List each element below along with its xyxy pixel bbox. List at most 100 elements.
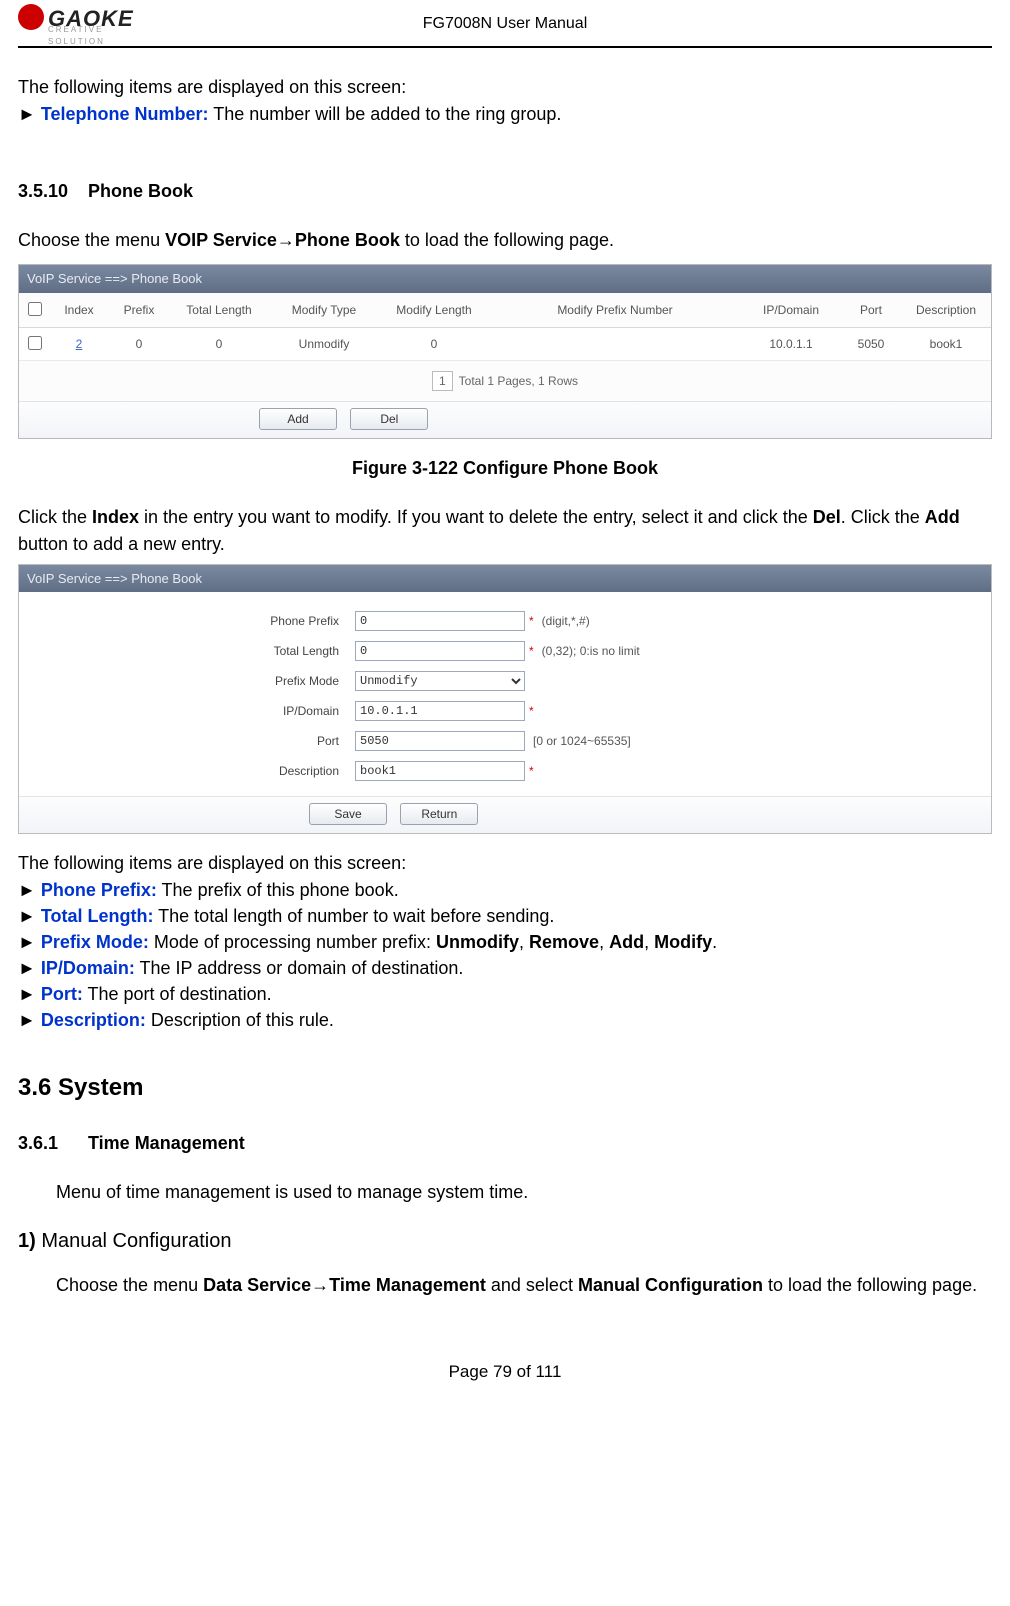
label: Port: xyxy=(41,984,83,1004)
del-button[interactable]: Del xyxy=(350,408,428,430)
arrow-icon: ► xyxy=(18,1010,36,1030)
intro-text: The following items are displayed on thi… xyxy=(18,74,992,101)
phonebook-table: Index Prefix Total Length Modify Type Mo… xyxy=(19,293,991,361)
desc: The total length of number to wait befor… xyxy=(153,906,554,926)
col-checkbox xyxy=(19,293,49,328)
text: Click the xyxy=(18,507,92,527)
cell-total-length: 0 xyxy=(169,327,269,360)
col-description: Description xyxy=(901,293,991,328)
form-button-row: Save Return xyxy=(19,796,991,833)
row-description: Description * xyxy=(19,756,991,786)
label: IP/Domain: xyxy=(41,958,135,978)
row-checkbox[interactable] xyxy=(28,336,42,350)
page-number[interactable]: 1 xyxy=(432,371,453,391)
required-icon: * xyxy=(529,702,534,720)
item-telephone-number: ► Telephone Number: The number will be a… xyxy=(18,101,992,128)
bold-index: Index xyxy=(92,507,139,527)
input-description[interactable] xyxy=(355,761,525,781)
input-phone-prefix[interactable] xyxy=(355,611,525,631)
text: Choose the menu xyxy=(56,1275,203,1295)
panel-title: VoIP Service ==> Phone Book xyxy=(19,265,991,293)
col-modify-prefix-number: Modify Prefix Number xyxy=(489,293,741,328)
desc: The IP address or domain of destination. xyxy=(135,958,464,978)
desc: Mode of processing number prefix: xyxy=(149,932,436,952)
cell-modify-length: 0 xyxy=(379,327,489,360)
label: Prefix Mode: xyxy=(41,932,149,952)
bold-add: Add xyxy=(925,507,960,527)
opt-modify: Modify xyxy=(654,932,712,952)
row-ip-domain: IP/Domain * xyxy=(19,696,991,726)
label: Total Length: xyxy=(41,906,154,926)
menu-voip-service: VOIP Service xyxy=(165,230,277,250)
text: and select xyxy=(486,1275,578,1295)
table-row: 2 0 0 Unmodify 0 10.0.1.1 5050 book1 xyxy=(19,327,991,360)
opt-add: Add xyxy=(609,932,644,952)
table-button-row: Add Del xyxy=(19,401,991,438)
table-header-row: Index Prefix Total Length Modify Type Mo… xyxy=(19,293,991,328)
section-title: Time Management xyxy=(88,1133,245,1153)
index-link[interactable]: 2 xyxy=(76,337,83,351)
input-port[interactable] xyxy=(355,731,525,751)
label: Phone Prefix: xyxy=(41,880,157,900)
item-ip-domain: ► IP/Domain: The IP address or domain of… xyxy=(18,955,992,981)
label-port: Port xyxy=(19,732,355,750)
sub-title: Manual Configuration xyxy=(41,1230,231,1252)
pager: 1Total 1 Pages, 1 Rows xyxy=(19,361,991,401)
phonebook-table-panel: VoIP Service ==> Phone Book Index Prefix… xyxy=(18,264,992,439)
arrow-icon: → xyxy=(277,230,295,250)
add-button[interactable]: Add xyxy=(259,408,337,430)
select-prefix-mode[interactable]: Unmodify xyxy=(355,671,525,691)
menu-time-management: Time Management xyxy=(329,1275,486,1295)
select-all-checkbox[interactable] xyxy=(28,302,42,316)
section-number: 3.5.10 xyxy=(18,178,88,205)
page-footer: Page 79 of 111 xyxy=(18,1359,992,1385)
arrow-icon: ► xyxy=(18,984,36,1004)
hint-port: [0 or 1024~65535] xyxy=(533,732,631,750)
sub-1-instruction: Choose the menu Data Service→Time Manage… xyxy=(18,1272,992,1299)
opt-remove: Remove xyxy=(529,932,599,952)
hint-phone-prefix: (digit,*,#) xyxy=(542,612,590,630)
arrow-icon: ► xyxy=(18,906,36,926)
item-total-length: ► Total Length: The total length of numb… xyxy=(18,903,992,929)
return-button[interactable]: Return xyxy=(400,803,478,825)
required-icon: * xyxy=(529,612,534,630)
text: Choose the menu xyxy=(18,230,165,250)
row-port: Port [0 or 1024~65535] xyxy=(19,726,991,756)
cell-description: book1 xyxy=(901,327,991,360)
items-list: ► Phone Prefix: The prefix of this phone… xyxy=(18,877,992,1034)
cell-port: 5050 xyxy=(841,327,901,360)
bold-del: Del xyxy=(813,507,841,527)
desc: The port of destination. xyxy=(83,984,272,1004)
sub-num: 1) xyxy=(18,1230,36,1252)
section-3-6-heading: 3.6 System xyxy=(18,1070,992,1106)
input-total-length[interactable] xyxy=(355,641,525,661)
item-description: ► Description: Description of this rule. xyxy=(18,1007,992,1033)
item-phone-prefix: ► Phone Prefix: The prefix of this phone… xyxy=(18,877,992,903)
required-icon: * xyxy=(529,642,534,660)
menu-instruction: Choose the menu VOIP Service→Phone Book … xyxy=(18,227,992,254)
desc: Description of this rule. xyxy=(146,1010,334,1030)
form-body: Phone Prefix * (digit,*,#) Total Length … xyxy=(19,592,991,796)
required-icon: * xyxy=(529,762,534,780)
label-total-length: Total Length xyxy=(19,642,355,660)
item-prefix-mode: ► Prefix Mode: Mode of processing number… xyxy=(18,929,992,955)
header-title: FG7008N User Manual xyxy=(18,10,992,36)
telephone-number-desc: The number will be added to the ring gro… xyxy=(209,104,562,124)
time-mgmt-desc: Menu of time management is used to manag… xyxy=(56,1179,992,1206)
menu-phone-book: Phone Book xyxy=(295,230,400,250)
text: to load the following page. xyxy=(400,230,614,250)
label-phone-prefix: Phone Prefix xyxy=(19,612,355,630)
cell-modify-prefix-number xyxy=(489,327,741,360)
row-prefix-mode: Prefix Mode Unmodify xyxy=(19,666,991,696)
input-ip-domain[interactable] xyxy=(355,701,525,721)
label-ip-domain: IP/Domain xyxy=(19,702,355,720)
opt-unmodify: Unmodify xyxy=(436,932,519,952)
phonebook-form-panel: VoIP Service ==> Phone Book Phone Prefix… xyxy=(18,564,992,835)
col-ip-domain: IP/Domain xyxy=(741,293,841,328)
save-button[interactable]: Save xyxy=(309,803,387,825)
page-header: GAOKE CREATIVE SOLUTION FG7008N User Man… xyxy=(18,10,992,48)
arrow-icon: ► xyxy=(18,958,36,978)
text: in the entry you want to modify. If you … xyxy=(139,507,813,527)
label: Description: xyxy=(41,1010,146,1030)
cell-prefix: 0 xyxy=(109,327,169,360)
